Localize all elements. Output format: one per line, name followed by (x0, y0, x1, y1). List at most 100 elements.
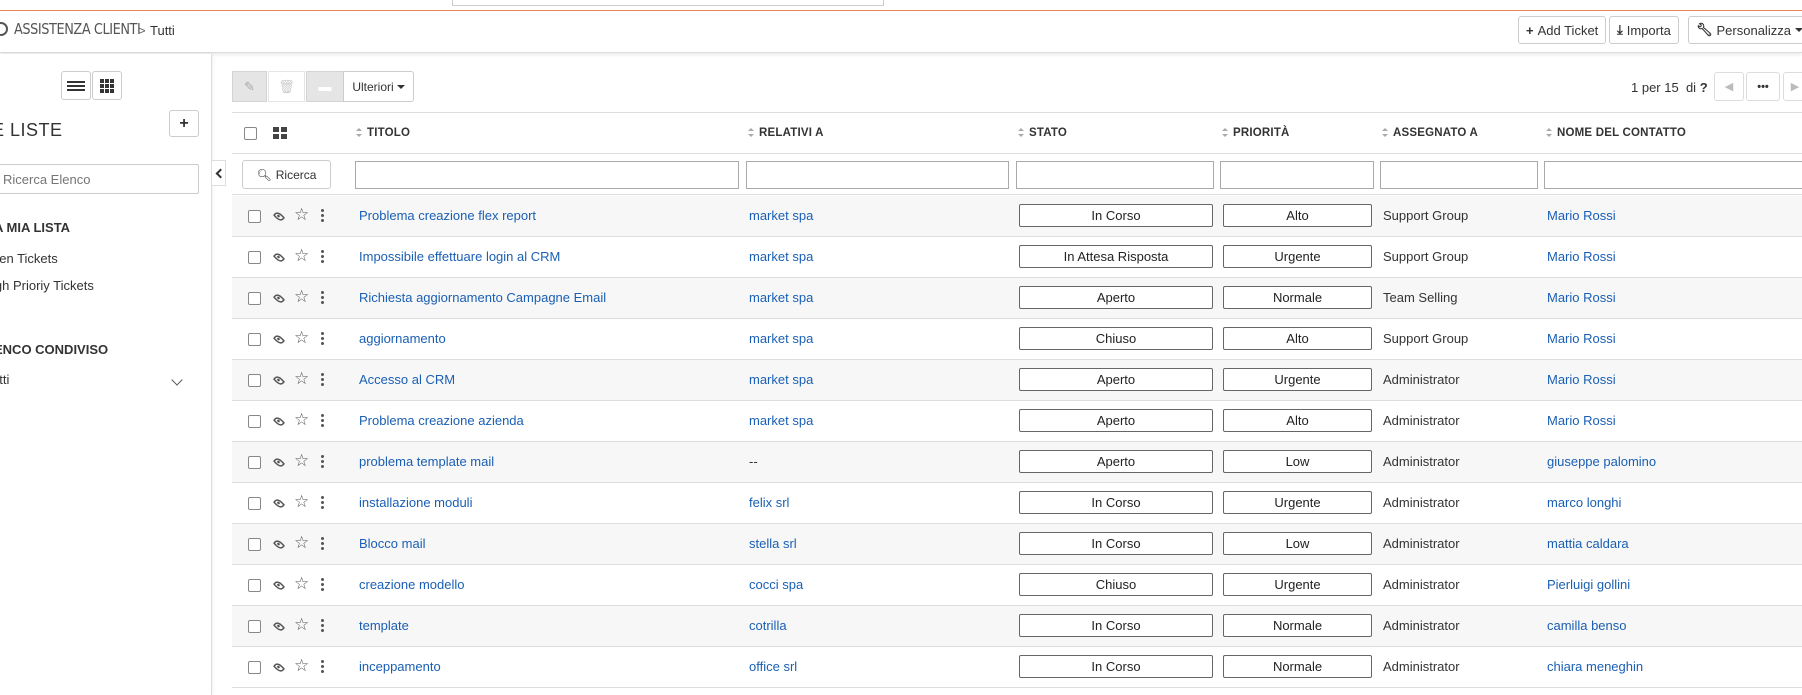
contact-name-link[interactable]: Mario Rossi (1547, 372, 1616, 387)
filter-search-button[interactable]: 🔍︎ Ricerca (242, 160, 331, 189)
page-options-button[interactable]: ••• (1746, 72, 1780, 101)
column-header-title[interactable]: TITOLO (356, 127, 410, 139)
star-icon[interactable]: ☆ (294, 452, 309, 469)
star-icon[interactable]: ☆ (294, 493, 309, 510)
column-header-related[interactable]: RELATIVI A (748, 127, 824, 139)
chevron-down-icon[interactable] (171, 374, 183, 386)
related-to-link[interactable]: market spa (749, 413, 813, 428)
related-to-link[interactable]: market spa (749, 249, 813, 264)
ticket-title-link[interactable]: Problema creazione flex report (359, 208, 536, 223)
related-to-link[interactable]: market spa (749, 290, 813, 305)
edit-button[interactable]: ✎ (232, 71, 267, 102)
eye-icon[interactable] (272, 538, 286, 551)
kebab-menu-icon[interactable] (321, 373, 324, 386)
table-row[interactable]: ☆ Blocco mail stella srl In Corso Low Adminis… (232, 524, 1802, 565)
star-icon[interactable]: ☆ (294, 329, 309, 346)
comment-button[interactable]: ▬ (306, 71, 344, 102)
sidebar-item-all[interactable]: utti (0, 372, 9, 387)
table-row[interactable]: ☆ Problema creazione flex report market sp… (232, 196, 1802, 237)
column-header-contact[interactable]: NOME DEL CONTATTO (1546, 127, 1686, 139)
star-icon[interactable]: ☆ (294, 247, 309, 264)
contact-name-link[interactable]: Mario Rossi (1547, 249, 1616, 264)
contact-name-link[interactable]: Mario Rossi (1547, 331, 1616, 346)
row-checkbox[interactable] (248, 456, 261, 469)
ticket-title-link[interactable]: aggiornamento (359, 331, 446, 346)
row-checkbox[interactable] (248, 579, 261, 592)
add-ticket-button[interactable]: + Add Ticket (1518, 16, 1607, 44)
eye-icon[interactable] (272, 620, 286, 633)
select-all-checkbox[interactable] (244, 127, 257, 140)
eye-icon[interactable] (272, 210, 286, 223)
kebab-menu-icon[interactable] (321, 537, 324, 550)
row-checkbox[interactable] (248, 374, 261, 387)
filter-priority-input[interactable] (1220, 161, 1374, 189)
kebab-menu-icon[interactable] (321, 291, 324, 304)
next-page-button[interactable]: ▶ (1783, 72, 1802, 101)
kebab-menu-icon[interactable] (321, 455, 324, 468)
contact-name-link[interactable]: chiara meneghin (1547, 659, 1643, 674)
filter-related-input[interactable] (746, 161, 1009, 189)
global-search-edge[interactable] (452, 0, 884, 6)
table-row[interactable]: ☆ Impossibile effettuare login al CRM mark… (232, 237, 1802, 278)
filter-contact-input[interactable] (1544, 161, 1802, 189)
eye-icon[interactable] (272, 374, 286, 387)
kebab-menu-icon[interactable] (321, 414, 324, 427)
filter-status-input[interactable] (1016, 161, 1214, 189)
row-checkbox[interactable] (248, 620, 261, 633)
contact-name-link[interactable]: giuseppe palomino (1547, 454, 1656, 469)
ticket-title-link[interactable]: template (359, 618, 409, 633)
row-checkbox[interactable] (248, 415, 261, 428)
page-total[interactable]: ? (1700, 80, 1708, 95)
related-to-link[interactable]: cotrilla (749, 618, 787, 633)
table-row[interactable]: ☆ inceppamento office srl In Corso Normale Ad… (232, 647, 1802, 688)
related-to-link[interactable]: cocci spa (749, 577, 803, 592)
star-icon[interactable]: ☆ (294, 288, 309, 305)
contact-name-link[interactable]: marco longhi (1547, 495, 1621, 510)
eye-icon[interactable] (272, 415, 286, 428)
eye-icon[interactable] (272, 251, 286, 264)
table-row[interactable]: ☆ aggiornamento market spa Chiuso Alto Suppor… (232, 319, 1802, 360)
row-checkbox[interactable] (248, 251, 261, 264)
eye-icon[interactable] (272, 579, 286, 592)
ticket-title-link[interactable]: problema template mail (359, 454, 494, 469)
row-checkbox[interactable] (248, 333, 261, 346)
columns-icon[interactable] (273, 127, 287, 139)
column-header-priority[interactable]: PRIORITÀ (1222, 127, 1290, 139)
column-header-assigned[interactable]: ASSEGNATO A (1382, 127, 1478, 139)
sidebar-item-open-tickets[interactable]: pen Tickets (0, 251, 58, 266)
related-to-link[interactable]: felix srl (749, 495, 789, 510)
table-row[interactable]: ☆ Problema creazione azienda market spa Ape… (232, 401, 1802, 442)
ticket-title-link[interactable]: Problema creazione azienda (359, 413, 524, 428)
eye-icon[interactable] (272, 292, 286, 305)
contact-name-link[interactable]: Mario Rossi (1547, 208, 1616, 223)
ticket-title-link[interactable]: installazione moduli (359, 495, 472, 510)
star-icon[interactable]: ☆ (294, 575, 309, 592)
table-row[interactable]: ☆ template cotrilla In Corso Normale Administ… (232, 606, 1802, 647)
kebab-menu-icon[interactable] (321, 496, 324, 509)
customize-button[interactable]: 🔧︎ Personalizza (1688, 16, 1802, 44)
contact-name-link[interactable]: camilla benso (1547, 618, 1627, 633)
ticket-title-link[interactable]: inceppamento (359, 659, 441, 674)
prev-page-button[interactable]: ◀ (1714, 72, 1744, 101)
filter-title-input[interactable] (355, 161, 739, 189)
star-icon[interactable]: ☆ (294, 534, 309, 551)
kebab-menu-icon[interactable] (321, 250, 324, 263)
filter-assigned-input[interactable] (1380, 161, 1538, 189)
import-button[interactable]: ⤓ Importa (1609, 16, 1679, 44)
ticket-title-link[interactable]: Richiesta aggiornamento Campagne Email (359, 290, 606, 305)
row-checkbox[interactable] (248, 497, 261, 510)
kebab-menu-icon[interactable] (321, 660, 324, 673)
star-icon[interactable]: ☆ (294, 657, 309, 674)
column-header-status[interactable]: STATO (1018, 127, 1067, 139)
related-to-link[interactable]: office srl (749, 659, 797, 674)
row-checkbox[interactable] (248, 661, 261, 674)
table-row[interactable]: ☆ installazione moduli felix srl In Corso Ur… (232, 483, 1802, 524)
delete-button[interactable]: 🗑︎ (268, 71, 305, 102)
related-to-link[interactable]: market spa (749, 331, 813, 346)
eye-icon[interactable] (272, 497, 286, 510)
contact-name-link[interactable]: Mario Rossi (1547, 413, 1616, 428)
list-search-input[interactable] (0, 164, 199, 194)
kebab-menu-icon[interactable] (321, 332, 324, 345)
eye-icon[interactable] (272, 456, 286, 469)
ticket-title-link[interactable]: Impossibile effettuare login al CRM (359, 249, 560, 264)
